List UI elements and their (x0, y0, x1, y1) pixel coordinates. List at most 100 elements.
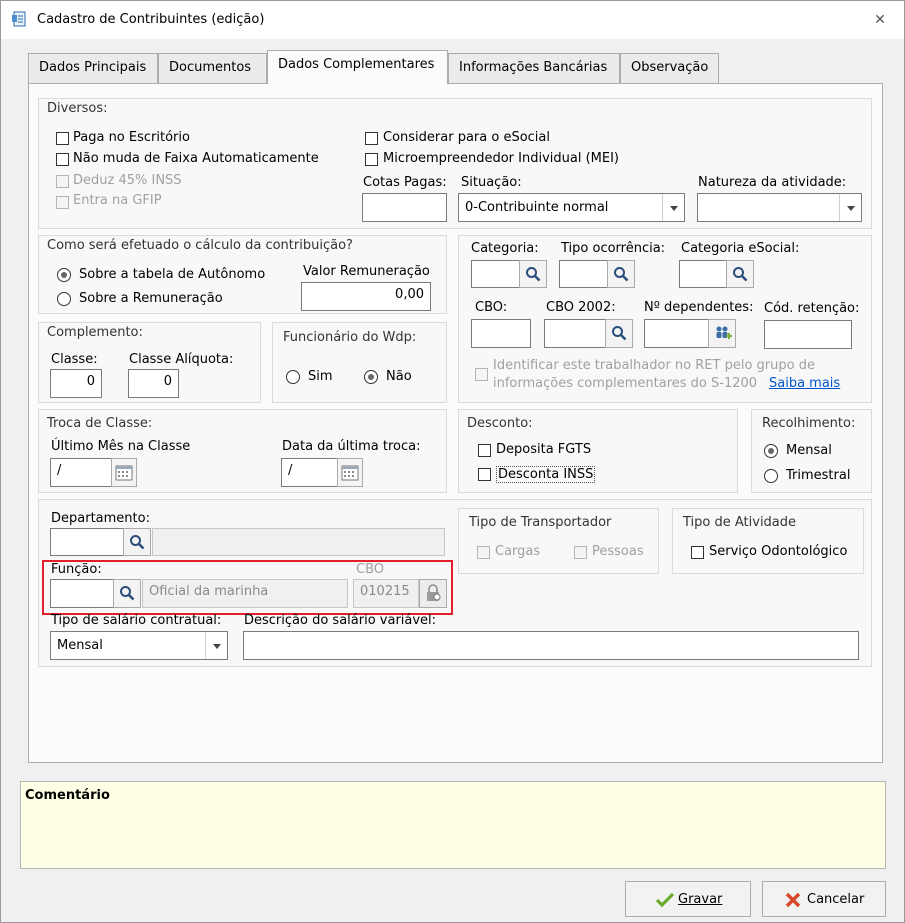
label-paga-escritorio: Paga no Escritório (73, 130, 190, 145)
checkbox-desconta-inss[interactable] (478, 468, 491, 481)
highlight-box (42, 560, 453, 615)
tab-label: Documentos (169, 60, 252, 75)
classe-input[interactable]: 0 (50, 369, 102, 398)
cbo2002-input[interactable] (544, 319, 606, 348)
radio-nao[interactable] (364, 370, 378, 384)
ultimo-mes-input[interactable]: / (50, 458, 112, 487)
descricao-salario-input[interactable] (243, 631, 859, 660)
categoria-esocial-search-button[interactable] (726, 260, 754, 288)
label-deduz-inss: Deduz 45% INSS (73, 173, 182, 188)
data-troca-input[interactable]: / (281, 458, 338, 487)
label-situacao: Situação: (461, 175, 522, 190)
cancelar-button[interactable]: Cancelar (762, 881, 886, 917)
natureza-select[interactable] (697, 193, 862, 222)
saiba-mais-link[interactable]: Saiba mais (769, 376, 840, 391)
cbo-input[interactable] (471, 319, 531, 348)
label-considerar-esocial: Considerar para o eSocial (383, 130, 550, 145)
label-tabela-autonomo: Sobre a tabela de Autônomo (79, 267, 266, 282)
people-add-icon (716, 326, 732, 339)
checkbox-entra-gfip (56, 196, 69, 209)
radio-trimestral[interactable] (764, 469, 778, 483)
label-valor-remuneracao: Valor Remuneração (303, 264, 430, 279)
tab-dados-complementares[interactable]: Dados Complementares (267, 50, 448, 84)
classe-aliquota-input[interactable]: 0 (128, 369, 179, 398)
window-title: Cadastro de Contribuintes (edição) (37, 12, 265, 27)
checkbox-considerar-esocial[interactable] (365, 132, 378, 145)
label-trimestral: Trimestral (786, 468, 851, 483)
categoria-search-button[interactable] (519, 260, 547, 288)
categoria-input[interactable] (471, 260, 520, 288)
situacao-value: 0-Contribuinte normal (465, 200, 609, 215)
label-mei: Microempreendedor Individual (MEI) (383, 151, 619, 166)
group-title: Complemento: (47, 325, 143, 340)
chevron-down-icon[interactable] (662, 194, 684, 221)
label-categoria: Categoria: (471, 241, 539, 256)
checkbox-pessoas (574, 546, 587, 559)
label-classe-aliquota: Classe Alíquota: (129, 352, 234, 367)
checkbox-deduz-inss (56, 175, 69, 188)
departamento-search-button[interactable] (123, 528, 151, 556)
tab-label: Observação (631, 60, 709, 75)
label-tipo-ocorrencia: Tipo ocorrência: (561, 241, 666, 256)
calendar-icon (115, 465, 133, 481)
radio-tabela-autonomo[interactable] (57, 268, 71, 282)
label-entra-gfip: Entra na GFIP (73, 193, 162, 208)
label-ultimo-mes: Último Mês na Classe (51, 439, 191, 454)
label-classe: Classe: (51, 352, 98, 367)
tipo-ocorrencia-search-button[interactable] (607, 260, 635, 288)
tipo-salario-value: Mensal (57, 638, 103, 653)
tab-documentos[interactable]: Documentos (158, 53, 267, 83)
label-cbo: CBO: (475, 300, 508, 315)
search-icon (612, 326, 627, 341)
x-icon (785, 892, 801, 908)
categoria-esocial-input[interactable] (679, 260, 727, 288)
checkbox-paga-escritorio[interactable] (56, 132, 69, 145)
departamento-desc-input (152, 528, 445, 556)
chevron-down-icon[interactable] (839, 194, 861, 221)
chevron-down-icon[interactable] (205, 632, 227, 659)
label-remuneracao: Sobre a Remuneração (79, 291, 223, 306)
group-title: Funcionário do Wdp: (283, 330, 417, 345)
group-title: Como será efetuado o cálculo da contribu… (47, 238, 353, 253)
label-ret-line-2: informações complementares do S-1200 (493, 376, 758, 391)
tipo-ocorrencia-input[interactable] (559, 260, 608, 288)
tab-dados-principais[interactable]: Dados Principais (28, 53, 158, 83)
label-nao-muda-faixa: Não muda de Faixa Automaticamente (73, 151, 319, 166)
gravar-button[interactable]: Gravar (625, 881, 751, 917)
check-icon (656, 892, 674, 908)
valor-remuneracao-input[interactable]: 0,00 (301, 282, 431, 311)
label-tipo-salario: Tipo de salário contratual: (51, 613, 222, 628)
comentario-area[interactable]: Comentário (20, 781, 886, 869)
dependentes-add-button[interactable] (708, 319, 736, 348)
label-categoria-esocial: Categoria eSocial: (681, 241, 800, 256)
checkbox-servico-odontologico[interactable] (691, 546, 704, 559)
close-icon[interactable]: ✕ (869, 10, 891, 30)
tipo-salario-select[interactable]: Mensal (50, 631, 228, 660)
situacao-select[interactable]: 0-Contribuinte normal (458, 193, 685, 222)
tab-label: Informações Bancárias (459, 60, 608, 75)
label-desconta-inss: Desconta INSS (496, 466, 596, 483)
label-dependentes: Nº dependentes: (644, 300, 754, 315)
cotas-pagas-input[interactable] (362, 193, 447, 222)
label-deposita-fgts: Deposita FGTS (496, 442, 592, 457)
tab-observacao[interactable]: Observação (620, 53, 719, 83)
checkbox-mei[interactable] (365, 153, 378, 166)
checkbox-deposita-fgts[interactable] (478, 444, 491, 457)
cbo2002-search-button[interactable] (605, 319, 633, 348)
cod-retencao-input[interactable] (764, 320, 852, 349)
radio-mensal[interactable] (764, 444, 778, 458)
group-title: Tipo de Atividade (683, 515, 797, 530)
label-natureza: Natureza da atividade: (698, 175, 847, 190)
label-mensal: Mensal (786, 443, 832, 458)
label-cargas: Cargas (495, 544, 541, 559)
tab-informacoes-bancarias[interactable]: Informações Bancárias (448, 53, 620, 83)
checkbox-nao-muda-faixa[interactable] (56, 153, 69, 166)
data-troca-calendar-button[interactable] (337, 458, 363, 487)
departamento-code-input[interactable] (50, 528, 124, 556)
dependentes-input[interactable] (644, 319, 709, 348)
radio-remuneracao[interactable] (57, 292, 71, 306)
search-icon (526, 267, 541, 282)
group-title: Diversos: (47, 101, 108, 116)
radio-sim[interactable] (286, 370, 300, 384)
ultimo-mes-calendar-button[interactable] (111, 458, 137, 487)
